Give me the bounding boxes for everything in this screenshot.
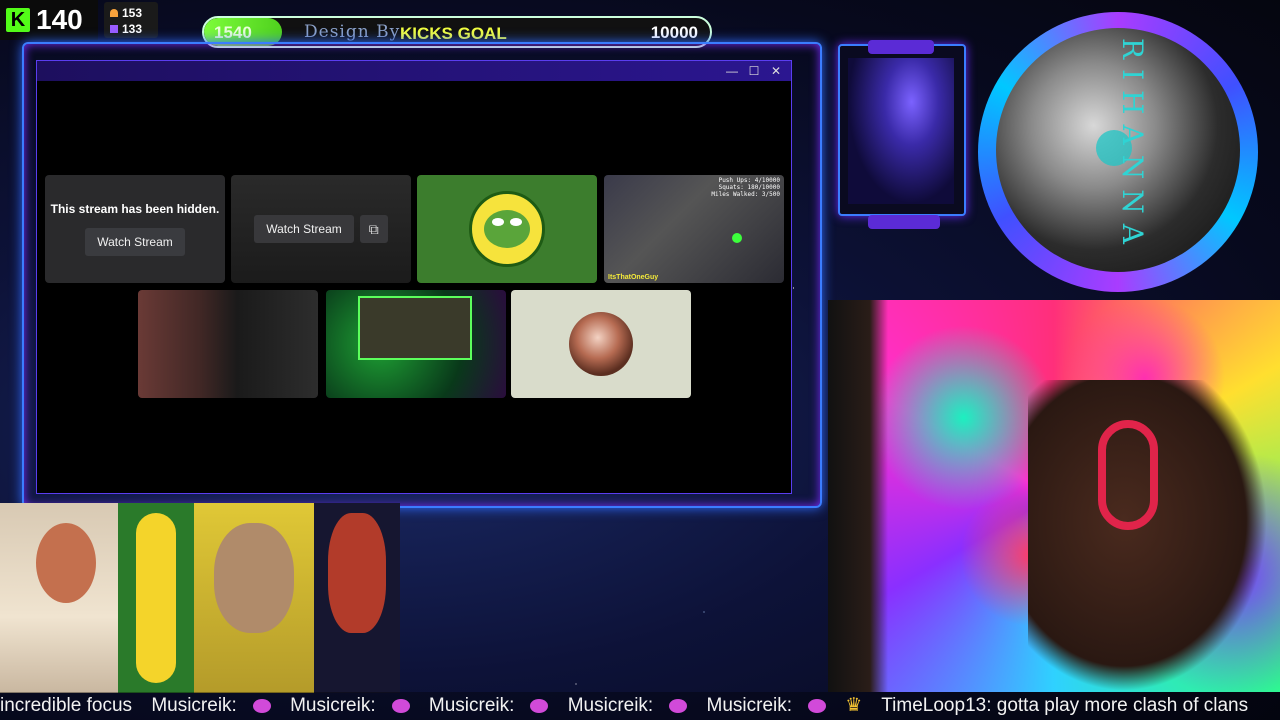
guest-avatar-1 [0,503,118,693]
ticker-message: Musicreik: [428,695,515,716]
album-art: RIHANNA [996,28,1240,272]
guest-avatar-bearded [314,503,400,693]
watch-stream-button[interactable]: Watch Stream [254,215,354,243]
streamer-tag: ItsThatOneGuy [608,274,659,281]
multistream-window: — ☐ ✕ This stream has been hidden. Watch… [36,60,792,494]
watch-stream-button[interactable]: Watch Stream [85,228,185,256]
game-hud-text: Push Ups: 4/10000 Squats: 180/10000 Mile… [711,177,780,198]
subs-icon [110,25,118,33]
followers-icon [110,9,118,17]
ticker-message: TimeLoop13: gotta play more clash of cla… [881,695,1249,716]
viewer-count: 140 [36,4,83,35]
side-panel-cap-bottom [868,215,940,229]
goal-title: KICKS GOAL [400,24,507,43]
minimize-button[interactable]: — [723,63,741,79]
hidden-stream-message: This stream has been hidden. [50,202,220,216]
popout-icon[interactable]: ⧉ [359,215,388,243]
maximize-button[interactable]: ☐ [745,63,763,79]
side-panel-cap-top [868,40,934,54]
stream-tile-hidden: This stream has been hidden. Watch Strea… [45,175,225,283]
headphones-icon [1098,420,1158,530]
ticker-message: Musicreik: [290,695,376,716]
ticker-message: incredible focus [0,695,133,716]
game-object [732,233,742,243]
stream-tile-desktop[interactable] [138,290,318,398]
stats-panel: 153 133 [104,2,158,38]
stream-tile-paused[interactable]: Watch Stream ⧉ [231,175,411,283]
stream-tile-avatar[interactable] [417,175,597,283]
emote-icon [252,698,271,713]
guest-avatar-strip [0,503,400,693]
close-button[interactable]: ✕ [767,63,785,79]
inner-webcam [358,296,472,360]
window-titlebar[interactable]: — ☐ ✕ [37,61,791,81]
ticker-message: Musicreik: [151,695,237,716]
stream-tile-greenroom[interactable] [326,290,506,398]
guest-avatar-3 [194,503,314,693]
ticker-message: Musicreik: [706,695,793,716]
galaxy-panel [848,58,954,204]
emote-icon [808,698,827,713]
stream-tile-webcam[interactable] [511,290,691,398]
subs-count: 133 [122,22,143,36]
crown-icon: ♛ [845,695,863,716]
followers-count: 153 [122,6,143,20]
streamer-webcam [828,300,1280,692]
webcam-avatar [569,312,633,376]
kick-viewer-counter: K 140 [0,0,98,40]
ticker-message: Musicreik: [567,695,654,716]
chat-ticker: incredible focus Musicreik: Musicreik: M… [0,692,1280,720]
emote-icon [669,698,688,713]
goal-current-value: 1540 [214,23,252,42]
album-title: RIHANNA [1116,38,1149,255]
kick-logo-icon: K [6,8,30,32]
goal-target-value: 10000 [650,23,698,42]
goal-design-credit: Design By: [304,22,407,42]
emote-icon [391,698,410,713]
stream-tile-game[interactable]: Push Ups: 4/10000 Squats: 180/10000 Mile… [604,175,784,283]
guest-avatar-banana [118,503,194,693]
frog-avatar-icon [469,191,545,267]
emote-icon [530,698,549,713]
webcam-side-person [828,300,888,692]
